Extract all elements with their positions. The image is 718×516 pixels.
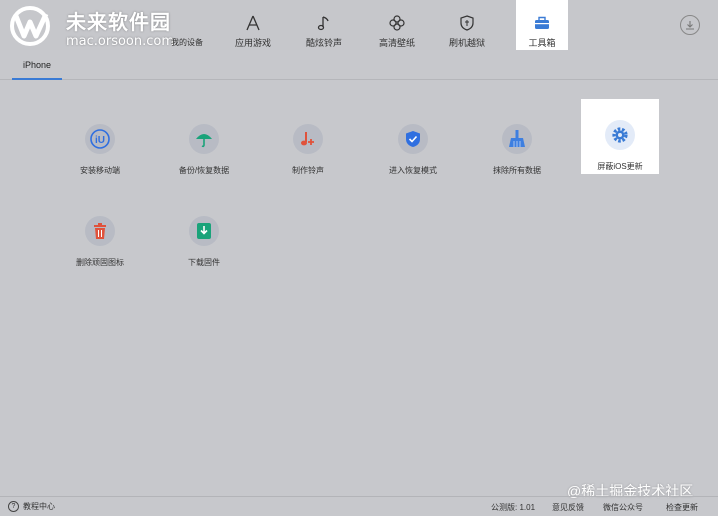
logo-mark-icon — [10, 6, 50, 46]
tool-label: 安装移动端 — [80, 166, 120, 175]
tool-delete-stubborn-icons[interactable]: 删除顽固图标 — [61, 196, 139, 268]
feedback-link[interactable]: 意见反馈 — [552, 502, 584, 513]
broom-icon — [502, 124, 532, 154]
tab-iphone[interactable]: iPhone — [12, 50, 62, 80]
tool-backup-restore[interactable]: 备份/恢复数据 — [165, 104, 243, 176]
logo: 未来软件园 mac.orsoon.com 我的设备 — [8, 4, 208, 50]
iu-app-icon: iU — [85, 124, 115, 154]
trash-icon — [85, 216, 115, 246]
tool-make-ringtone[interactable]: 制作铃声 — [269, 104, 347, 176]
tool-block-ios-update[interactable]: 屏蔽iOS更新 — [581, 99, 659, 174]
help-label: 教程中心 — [23, 502, 55, 511]
music-plus-icon — [293, 124, 323, 154]
tool-label: 备份/恢复数据 — [178, 166, 230, 175]
umbrella-icon — [189, 124, 219, 154]
shield-check-icon — [398, 124, 428, 154]
wechat-link[interactable]: 微信公众号 — [603, 502, 643, 513]
nav-label: 工具箱 — [528, 38, 556, 48]
nav-ringtones[interactable]: 酷炫铃声 — [289, 0, 359, 50]
nav-wallpapers[interactable]: 高清壁纸 — [362, 0, 432, 50]
help-icon: ? — [8, 501, 19, 512]
tool-download-firmware[interactable]: 下载固件 — [165, 196, 243, 268]
tool-label: 屏蔽iOS更新 — [597, 162, 643, 171]
tool-erase-all-data[interactable]: 抹除所有数据 — [478, 104, 556, 176]
tool-label: 制作铃声 — [292, 166, 324, 175]
tool-recovery-mode[interactable]: 进入恢复模式 — [374, 104, 452, 176]
tool-label: 下载固件 — [188, 258, 220, 267]
help-center-link[interactable]: ? 教程中心 — [8, 501, 55, 512]
nav-label: 应用游戏 — [234, 38, 271, 48]
logo-url: mac.orsoon.com — [66, 34, 175, 49]
device-tab-bar — [0, 50, 718, 80]
gear-icon — [605, 120, 635, 150]
tool-label: 删除顽固图标 — [76, 258, 124, 267]
nav-label: 酷炫铃声 — [305, 38, 342, 48]
download-icon[interactable] — [680, 15, 700, 35]
check-update-link[interactable]: 检查更新 — [666, 502, 698, 513]
nav-toolbox[interactable]: 工具箱 — [516, 0, 568, 50]
tool-install-mobile[interactable]: iU 安装移动端 — [61, 104, 139, 176]
toolbox-icon — [533, 8, 551, 32]
nav-my-device-label[interactable]: 我的设备 — [171, 37, 203, 48]
tool-label: 抹除所有数据 — [493, 166, 541, 175]
tool-label: 进入恢复模式 — [389, 166, 437, 175]
download-box-icon — [189, 216, 219, 246]
nav-label: 刷机越狱 — [448, 38, 485, 48]
shield-icon — [458, 8, 476, 32]
flower-icon — [388, 8, 406, 32]
music-note-icon — [315, 8, 333, 32]
nav-label: 高清壁纸 — [378, 38, 415, 48]
svg-text:iU: iU — [95, 135, 105, 146]
status-bar: ? 教程中心 公测版: 1.01 意见反馈 微信公众号 检查更新 — [0, 496, 718, 516]
logo-text: 未来软件园 — [66, 10, 171, 34]
version-label: 公测版: 1.01 — [491, 503, 536, 512]
app-store-icon — [244, 8, 262, 32]
nav-jailbreak[interactable]: 刷机越狱 — [432, 0, 502, 50]
nav-apps-games[interactable]: 应用游戏 — [218, 0, 288, 50]
